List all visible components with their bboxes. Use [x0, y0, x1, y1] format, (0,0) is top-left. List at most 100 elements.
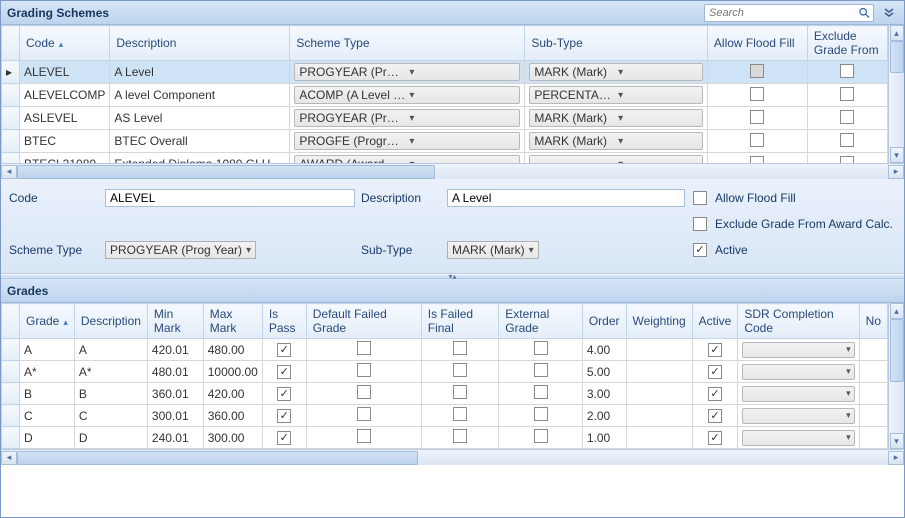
cell-sdr[interactable]: ▾ — [738, 449, 859, 450]
cell-sub-type[interactable]: MARK (Mark)▾ — [525, 107, 708, 130]
cell-max-mark[interactable]: 300.00 — [203, 427, 262, 449]
active-checkbox[interactable]: ✓ — [693, 243, 707, 257]
scheme-type-dropdown[interactable]: PROGYEAR (Prog Year)▾ — [105, 241, 256, 259]
table-row[interactable]: BB360.01420.00✓3.00✓▾ — [2, 383, 888, 405]
sub-type-cell-dropdown[interactable]: MARK (Mark)▾ — [529, 132, 703, 150]
cell-sdr[interactable]: ▾ — [738, 405, 859, 427]
grades-vertical-scrollbar[interactable]: ▴ ▾ — [888, 303, 904, 449]
cell-min-mark[interactable]: 360.01 — [147, 383, 203, 405]
cell-no[interactable] — [859, 339, 887, 361]
flood-fill-checkbox[interactable] — [750, 87, 764, 101]
schemes-vertical-scrollbar[interactable]: ▴ ▾ — [888, 25, 904, 163]
is-pass-checkbox[interactable]: ✓ — [277, 387, 291, 401]
external-grade-checkbox[interactable] — [534, 407, 548, 421]
cell-scheme-type[interactable]: ACOMP (A Level Component or Unit)▾ — [290, 84, 525, 107]
cell-allow-flood-fill[interactable] — [707, 84, 807, 107]
cell-exclude-grade-from[interactable] — [807, 84, 887, 107]
cell-order[interactable]: 1.00 — [582, 427, 626, 449]
schemes-horizontal-scrollbar[interactable]: ◂ ▸ — [1, 163, 904, 179]
cell-external-grade[interactable] — [499, 339, 583, 361]
cell-sub-type[interactable]: PERCENTAGE (Percentage)▾ — [525, 84, 708, 107]
cell-max-mark[interactable]: 10000.00 — [203, 361, 262, 383]
cell-active[interactable]: ✓ — [692, 427, 738, 449]
table-row[interactable]: ALEVELCOMPA level ComponentACOMP (A Leve… — [2, 84, 888, 107]
cell-active[interactable]: ✓ — [692, 361, 738, 383]
exclude-grade-checkbox[interactable] — [840, 133, 854, 147]
cell-is-failed-final[interactable] — [421, 339, 499, 361]
cell-sub-type[interactable]: ▾ — [525, 153, 708, 164]
cell-grade[interactable]: E — [20, 449, 75, 450]
cell-active[interactable]: ✓ — [692, 339, 738, 361]
external-grade-checkbox[interactable] — [534, 341, 548, 355]
cell-order[interactable]: 4.00 — [582, 339, 626, 361]
col-no[interactable]: No — [859, 304, 887, 339]
cell-allow-flood-fill[interactable] — [707, 107, 807, 130]
active-checkbox[interactable]: ✓ — [708, 387, 722, 401]
cell-grade-description[interactable]: B — [74, 383, 147, 405]
cell-exclude-grade-from[interactable] — [807, 130, 887, 153]
cell-no[interactable] — [859, 405, 887, 427]
row-header[interactable] — [2, 84, 20, 107]
cell-max-mark[interactable]: 360.00 — [203, 405, 262, 427]
default-failed-grade-checkbox[interactable] — [357, 407, 371, 421]
cell-min-mark[interactable]: 300.01 — [147, 405, 203, 427]
table-row[interactable]: ▸ALEVELA LevelPROGYEAR (Prog Year)▾MARK … — [2, 61, 888, 84]
default-failed-grade-checkbox[interactable] — [357, 385, 371, 399]
external-grade-checkbox[interactable] — [534, 363, 548, 377]
cell-allow-flood-fill[interactable] — [707, 130, 807, 153]
table-row[interactable]: BTECBTEC OverallPROGFE (Programme FE)▾MA… — [2, 130, 888, 153]
cell-grade-description[interactable]: C — [74, 405, 147, 427]
cell-weighting[interactable] — [626, 361, 692, 383]
cell-allow-flood-fill[interactable] — [707, 61, 807, 84]
code-field[interactable] — [105, 189, 355, 207]
cell-is-failed-final[interactable] — [421, 383, 499, 405]
cell-scheme-type[interactable]: AWARD (Award Level)▾ — [290, 153, 525, 164]
scheme-type-cell-dropdown[interactable]: PROGYEAR (Prog Year)▾ — [294, 63, 520, 81]
cell-max-mark[interactable]: 240.00 — [203, 449, 262, 450]
cell-description[interactable]: AS Level — [110, 107, 290, 130]
table-row[interactable]: CC300.01360.00✓2.00✓▾ — [2, 405, 888, 427]
col-is-failed-final[interactable]: Is Failed Final — [421, 304, 499, 339]
scroll-up-button[interactable]: ▴ — [890, 303, 904, 319]
allow-flood-fill-checkbox[interactable] — [693, 191, 707, 205]
col-grade-description[interactable]: Description — [74, 304, 147, 339]
cell-is-pass[interactable]: ✓ — [262, 361, 306, 383]
cell-code[interactable]: ALEVEL — [20, 61, 110, 84]
active-checkbox[interactable]: ✓ — [708, 431, 722, 445]
cell-sdr[interactable]: ▾ — [738, 383, 859, 405]
cell-sdr[interactable]: ▾ — [738, 427, 859, 449]
cell-grade-description[interactable]: D — [74, 427, 147, 449]
cell-weighting[interactable] — [626, 339, 692, 361]
external-grade-checkbox[interactable] — [534, 429, 548, 443]
default-failed-grade-checkbox[interactable] — [357, 429, 371, 443]
cell-min-mark[interactable]: 0.00 — [147, 449, 203, 450]
active-checkbox[interactable]: ✓ — [708, 343, 722, 357]
row-header[interactable] — [2, 339, 20, 361]
cell-external-grade[interactable] — [499, 361, 583, 383]
active-checkbox[interactable]: ✓ — [708, 409, 722, 423]
exclude-grade-checkbox[interactable] — [840, 110, 854, 124]
is-failed-final-checkbox[interactable] — [453, 429, 467, 443]
row-header[interactable] — [2, 107, 20, 130]
table-row[interactable]: AA420.01480.00✓4.00✓▾ — [2, 339, 888, 361]
cell-order[interactable]: 3.00 — [582, 383, 626, 405]
is-failed-final-checkbox[interactable] — [453, 407, 467, 421]
table-row[interactable]: ASLEVELAS LevelPROGYEAR (Prog Year)▾MARK… — [2, 107, 888, 130]
cell-min-mark[interactable]: 480.01 — [147, 361, 203, 383]
col-active[interactable]: Active — [692, 304, 738, 339]
scroll-down-button[interactable]: ▾ — [890, 433, 904, 449]
row-header[interactable] — [2, 153, 20, 164]
cell-scheme-type[interactable]: PROGYEAR (Prog Year)▾ — [290, 107, 525, 130]
cell-order[interactable]: 0.00 — [582, 449, 626, 450]
sdr-dropdown[interactable]: ▾ — [742, 342, 854, 358]
table-row[interactable]: A*A*480.0110000.00✓5.00✓▾ — [2, 361, 888, 383]
col-sdr-completion-code[interactable]: SDR Completion Code — [738, 304, 859, 339]
cell-default-failed-grade[interactable] — [306, 361, 421, 383]
col-order[interactable]: Order — [582, 304, 626, 339]
sub-type-cell-dropdown[interactable]: MARK (Mark)▾ — [529, 63, 703, 81]
cell-exclude-grade-from[interactable] — [807, 153, 887, 164]
cell-grade-description[interactable]: A — [74, 339, 147, 361]
sub-type-cell-dropdown[interactable]: PERCENTAGE (Percentage)▾ — [529, 86, 703, 104]
cell-no[interactable] — [859, 361, 887, 383]
exclude-grade-checkbox[interactable] — [840, 64, 854, 78]
